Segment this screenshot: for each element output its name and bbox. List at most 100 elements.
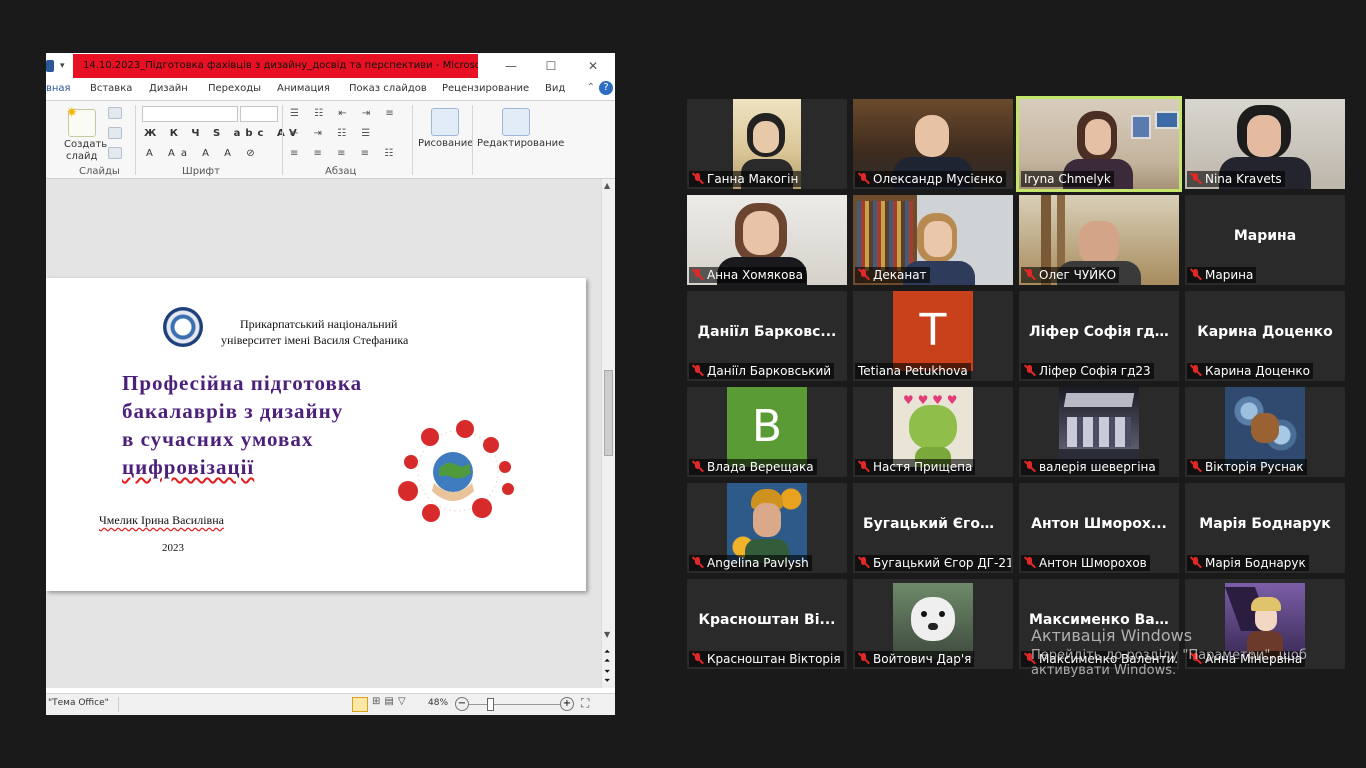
participant-tile[interactable]: Олег ЧУЙКО xyxy=(1019,195,1179,285)
participant-tile[interactable]: Антон Шморох... Антон Шморохов xyxy=(1019,483,1179,573)
participant-tile[interactable]: Вікторія Руснак xyxy=(1185,387,1345,477)
participant-tile[interactable]: валерія шевергіна xyxy=(1019,387,1179,477)
font-name-field[interactable] xyxy=(142,106,238,122)
indent-icons[interactable]: ⇤ ⇥ ☷ ☰ xyxy=(290,128,376,139)
scroll-down-icon[interactable]: ▼ xyxy=(604,630,610,639)
participant-name-tag: Красноштан Вікторія xyxy=(689,651,844,667)
participant-tile[interactable]: Марія Боднарук Марія Боднарук xyxy=(1185,483,1345,573)
list-icons[interactable]: ☰ ☷ ⇤ ⇥ ≡ xyxy=(290,108,400,119)
binoculars-icon[interactable] xyxy=(502,108,530,136)
zoom-slider-thumb[interactable] xyxy=(487,698,494,711)
font-color-icons[interactable]: A Aa A A ⊘ xyxy=(146,148,261,159)
participant-tile[interactable]: Красноштан Ві... Красноштан Вікторія xyxy=(687,579,847,669)
muted-mic-icon xyxy=(858,173,869,184)
powerpoint-window: ▾ 14.10.2023_Підготовка фахівців з дизай… xyxy=(46,53,615,715)
participant-name-tag: Марія Боднарук xyxy=(1187,555,1309,571)
digital-globe-illustration xyxy=(398,420,514,522)
fit-slide-icon[interactable]: ⛶ xyxy=(581,696,589,711)
participant-name: Настя Прищепа xyxy=(873,460,973,474)
participant-name: Деканат xyxy=(873,268,927,282)
layout-icon[interactable] xyxy=(108,107,122,119)
group-font-label: Шрифт xyxy=(182,166,220,177)
tab-transitions[interactable]: Переходы xyxy=(208,83,261,94)
close-icon[interactable]: ✕ xyxy=(584,57,602,75)
section-icon[interactable] xyxy=(108,147,122,159)
participant-tile[interactable]: Nina Kravets xyxy=(1185,99,1345,189)
participant-name: Анна Хомякова xyxy=(707,268,803,282)
scroll-up-icon[interactable]: ▲ xyxy=(604,181,610,190)
bold-italic-underline-icons[interactable]: Ж К Ч S abc AV xyxy=(144,128,302,139)
tab-slideshow[interactable]: Показ слайдов xyxy=(349,83,427,94)
participant-tile[interactable]: Деканат xyxy=(853,195,1013,285)
zoom-slider[interactable] xyxy=(469,704,561,705)
participant-name-tag: Карина Доценко xyxy=(1187,363,1314,379)
save-icon[interactable] xyxy=(46,60,54,72)
vertical-scrollbar[interactable]: ▲ ▼ ⏶ ⏶ ⏷ ⏷ xyxy=(601,179,615,688)
muted-mic-icon xyxy=(1190,365,1201,376)
participant-tile[interactable]: Даніїл Барковс... Даніїл Барковський xyxy=(687,291,847,381)
participant-name-tag: Влада Верещака xyxy=(689,459,817,475)
participant-tile[interactable]: ♥ ♥ ♥ ♥ Настя Прищепа xyxy=(853,387,1013,477)
drawing-label[interactable]: Рисование xyxy=(418,138,473,149)
minimize-icon[interactable]: — xyxy=(502,57,520,75)
reset-icon[interactable] xyxy=(108,127,122,139)
participant-name: Олег ЧУЙКО xyxy=(1039,268,1117,282)
minimize-ribbon-icon[interactable]: ⌃ xyxy=(587,82,595,93)
new-slide-label-2[interactable]: слайд xyxy=(66,151,97,162)
maximize-icon[interactable]: ☐ xyxy=(542,57,560,75)
font-size-field[interactable] xyxy=(240,106,278,122)
tab-animations[interactable]: Анимация xyxy=(277,83,330,94)
normal-view-icon[interactable] xyxy=(352,697,368,712)
tab-view[interactable]: Вид xyxy=(545,83,565,94)
participant-tile[interactable]: B Влада Верещака xyxy=(687,387,847,477)
muted-mic-icon xyxy=(692,557,703,568)
participant-tile[interactable]: Олександр Мусієнко xyxy=(853,99,1013,189)
participant-name: Карина Доценко xyxy=(1205,364,1311,378)
participant-tile[interactable]: Марина Марина xyxy=(1185,195,1345,285)
participant-name-tag: Марина xyxy=(1187,267,1257,283)
participant-tile[interactable]: Ганна Макогін xyxy=(687,99,847,189)
zoom-in-icon[interactable]: + xyxy=(560,697,574,711)
participant-name: Ганна Макогін xyxy=(707,172,799,186)
qat-dropdown-icon[interactable]: ▾ xyxy=(60,61,65,71)
muted-mic-icon xyxy=(858,557,869,568)
participant-name: Ліфер Софія гд23 xyxy=(1039,364,1151,378)
help-icon[interactable]: ? xyxy=(599,81,613,95)
participant-tile[interactable]: Ліфер Софія гд23 Ліфер Софія гд23 xyxy=(1019,291,1179,381)
participant-display-name: Красноштан Ві... xyxy=(698,612,836,628)
participant-name: Tetiana Petukhova xyxy=(858,364,968,378)
participant-tile[interactable]: T Tetiana Petukhova xyxy=(853,291,1013,381)
ribbon-tools: ⌃? xyxy=(587,81,613,95)
participant-tile[interactable]: Карина Доценко Карина Доценко xyxy=(1185,291,1345,381)
zoom-out-icon[interactable]: − xyxy=(455,697,469,711)
tab-review[interactable]: Рецензирование xyxy=(442,83,529,94)
participant-name: Iryna Chmelyk xyxy=(1024,172,1111,186)
participant-name: Антон Шморохов xyxy=(1039,556,1147,570)
participant-name-tag: Анна Хомякова xyxy=(689,267,806,283)
university-line-2: університет імені Василя Стефаника xyxy=(221,333,409,347)
drawing-icon[interactable] xyxy=(431,108,459,136)
participant-display-name: Ліфер Софія гд23 xyxy=(1029,324,1175,340)
participant-tile[interactable]: Анна Хомякова xyxy=(687,195,847,285)
scroll-thumb[interactable] xyxy=(604,370,613,456)
participant-tile[interactable]: Бугацький Єгор... Бугацький Єгор ДГ-21 xyxy=(853,483,1013,573)
university-seal-logo xyxy=(163,307,203,347)
view-icons[interactable]: ⊞▤▽ xyxy=(372,696,410,707)
slide-title-line: бакалаврів з дизайну xyxy=(122,399,344,423)
participant-tile[interactable]: Angelina Pavlysh xyxy=(687,483,847,573)
participant-tile-active-speaker[interactable]: Iryna Chmelyk xyxy=(1016,96,1182,192)
muted-mic-icon xyxy=(692,269,703,280)
slide[interactable]: Прикарпатський національний університет … xyxy=(46,278,586,591)
prev-slide-icon[interactable]: ⏶ ⏶ xyxy=(604,647,610,665)
tab-insert[interactable]: Вставка xyxy=(90,83,132,94)
new-slide-label[interactable]: Создать xyxy=(64,139,107,150)
editing-label[interactable]: Редактирование xyxy=(477,138,564,149)
muted-mic-icon xyxy=(692,365,703,376)
tab-home[interactable]: вная xyxy=(46,83,71,94)
tab-design[interactable]: Дизайн xyxy=(149,83,188,94)
align-icons[interactable]: ≡ ≡ ≡ ≡ ☷ xyxy=(290,148,399,159)
next-slide-icon[interactable]: ⏷ ⏷ xyxy=(604,667,610,685)
participant-tile[interactable]: Войтович Дар'я xyxy=(853,579,1013,669)
divider xyxy=(282,105,283,175)
zoom-level[interactable]: 48% xyxy=(428,698,448,708)
